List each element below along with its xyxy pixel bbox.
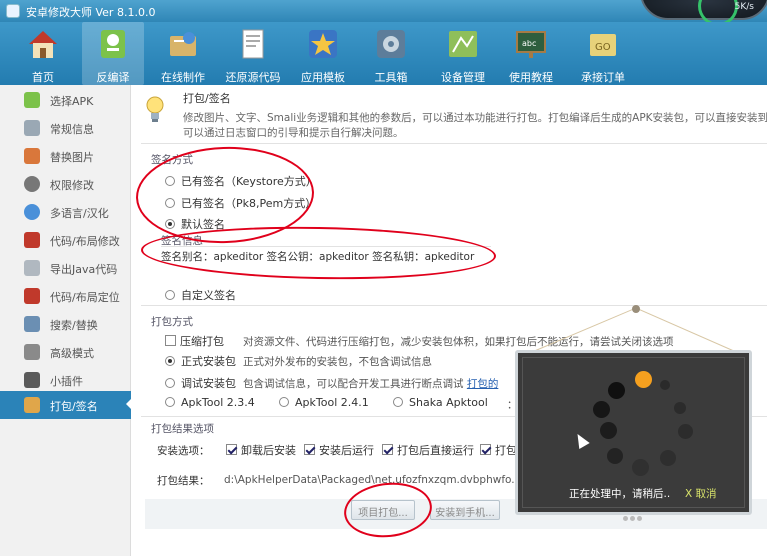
spinner-dot-active (635, 371, 652, 388)
sign-info-text: 签名别名：apkeditor 签名公钥：apkeditor 签名私钥：apked… (161, 251, 475, 263)
search-icon (24, 316, 40, 332)
globe-icon (24, 204, 40, 220)
run-after-pack-checkbox[interactable]: 打包后直接运行 (382, 442, 474, 458)
toolbar-tutorial[interactable]: abc 使用教程 (500, 22, 562, 85)
run-after-install-checkbox[interactable]: 安装后运行 (304, 442, 374, 458)
sidebar-item-code-edit[interactable]: 代码/布局修改 (0, 227, 131, 253)
signing-section-label: 签名方式 (151, 154, 193, 166)
radio-keystore[interactable]: 已有签名（Keystore方式） (165, 173, 317, 189)
main-toolbar: 首页 反编译 在线制作 还原源代码 应用模板 工具箱 设备管理 abc 使用教程… (0, 22, 767, 85)
home-icon (29, 31, 57, 58)
sidebar-item-replace-image[interactable]: 替换图片 (0, 143, 131, 169)
svg-text:abc: abc (522, 39, 536, 48)
result-section-label: 打包结果选项 (151, 423, 214, 435)
sidebar-item-export-java[interactable]: 导出Java代码 (0, 255, 131, 281)
app-icon (6, 4, 20, 18)
toolbar-orders[interactable]: GO 承接订单 (572, 22, 634, 85)
spinner-dot (608, 382, 625, 399)
sidebar-item-select-apk[interactable]: 选择APK (0, 87, 131, 113)
radio-official-package[interactable]: 正式安装包 (165, 353, 236, 369)
radio-default-sign[interactable]: 默认签名 (165, 216, 225, 232)
lightbulb-icon (146, 96, 164, 122)
uninstall-then-install-checkbox[interactable]: 卸载后安装 (226, 442, 296, 458)
spinner-dot (660, 450, 676, 466)
pin-icon (632, 305, 640, 313)
package-icon (24, 397, 40, 413)
network-speed-widget: 5K/s (640, 0, 767, 26)
pack-project-button[interactable]: 项目打包... (351, 500, 415, 520)
code-icon (24, 232, 40, 248)
info-icon (24, 120, 40, 136)
processing-text: 正在处理中，请稍后.. (569, 488, 671, 500)
radio-apktool-241[interactable]: ApkTool 2.4.1 (279, 396, 369, 409)
plugin-icon (24, 372, 40, 388)
radio-shaka-apktool[interactable]: Shaka Apktool (393, 396, 488, 409)
debug-help-link[interactable]: 打包的 (467, 378, 499, 390)
spinner-dot (600, 422, 617, 439)
radio-debug-package[interactable]: 调试安装包 (165, 375, 236, 391)
result-path: d:\ApkHelperData\Packaged\net.ufozfnxzqm… (224, 474, 514, 486)
sidebar-item-pack-sign[interactable]: 打包/签名 (0, 391, 132, 419)
spinner-dot (674, 402, 686, 414)
sidebar-item-permissions[interactable]: 权限修改 (0, 171, 131, 197)
sidebar-item-search-replace[interactable]: 搜索/替换 (0, 311, 131, 337)
toolbox-icon (377, 30, 405, 58)
packing-section-label: 打包方式 (151, 316, 193, 328)
toolbar-online-make[interactable]: 在线制作 (152, 22, 214, 85)
toolbar-toolbox[interactable]: 工具箱 (360, 22, 422, 85)
device-manage-icon (449, 31, 477, 57)
toolbar-home[interactable]: 首页 (12, 22, 74, 85)
page-indicator (623, 511, 647, 521)
radio-pk8-pem[interactable]: 已有签名（Pk8,Pem方式） (165, 195, 316, 211)
sidebar-item-general-info[interactable]: 常规信息 (0, 115, 131, 141)
permission-icon (24, 176, 40, 192)
spinner-dot (660, 380, 670, 390)
sidebar-item-advanced[interactable]: 高级模式 (0, 339, 131, 365)
toolbar-decompile[interactable]: 反编译 (82, 22, 144, 85)
install-options-label: 安装选项： (157, 445, 210, 457)
restore-source-icon (242, 29, 264, 59)
image-icon (24, 148, 40, 164)
pack-extra-checkbox[interactable]: 打包 (480, 442, 517, 458)
result-label: 打包结果： (157, 475, 210, 487)
divider (161, 246, 491, 247)
export-icon (24, 260, 40, 276)
sidebar-item-language[interactable]: 多语言/汉化 (0, 199, 131, 225)
cancel-link[interactable]: X 取消 (685, 486, 717, 501)
online-make-icon (170, 32, 196, 56)
speed-text: 5K/s (734, 2, 754, 12)
install-to-phone-button[interactable]: 安装到手机... (430, 500, 500, 520)
toolbar-restore-source[interactable]: 还原源代码 (222, 22, 284, 85)
sidebar-item-plugins[interactable]: 小插件 (0, 367, 131, 393)
radio-apktool-234[interactable]: ApkTool 2.3.4 (165, 396, 255, 409)
tutorial-icon: abc (516, 31, 546, 58)
android-icon (24, 92, 40, 108)
spinner-dot (607, 448, 623, 464)
app-template-icon (309, 30, 337, 58)
orders-icon: GO (590, 34, 616, 56)
decompile-icon (101, 30, 125, 58)
sidebar: 选择APK 常规信息 替换图片 权限修改 多语言/汉化 代码/布局修改 导出Ja… (0, 85, 132, 556)
official-description: 正式对外发布的安装包，不包含调试信息 (243, 356, 432, 368)
divider (141, 143, 767, 144)
spinner-dot (593, 401, 610, 418)
window-title: 安卓修改大师 Ver 8.1.0.0 (26, 6, 156, 19)
spinner-dot (678, 424, 693, 439)
debug-description: 包含调试信息，可以配合开发工具进行断点调试 打包的 (243, 378, 499, 390)
sidebar-item-code-locate[interactable]: 代码/布局定位 (0, 283, 131, 309)
processing-dialog: 正在处理中，请稍后.. X 取消 (515, 350, 752, 515)
wrench-icon (24, 344, 40, 360)
radio-custom-sign[interactable]: 自定义签名 (165, 287, 236, 303)
page-title: 打包/签名 (183, 92, 231, 105)
compress-checkbox[interactable]: 压缩打包 (165, 333, 224, 349)
toolbar-device-manage[interactable]: 设备管理 (432, 22, 494, 85)
svg-text:GO: GO (595, 42, 611, 53)
toolbar-app-template[interactable]: 应用模板 (292, 22, 354, 85)
page-description: 修改图片、文字、Smali业务逻辑和其他的参数后，可以通过本功能进行打包。打包编… (183, 112, 767, 139)
locate-icon (24, 288, 40, 304)
spinner-dot (632, 459, 649, 476)
